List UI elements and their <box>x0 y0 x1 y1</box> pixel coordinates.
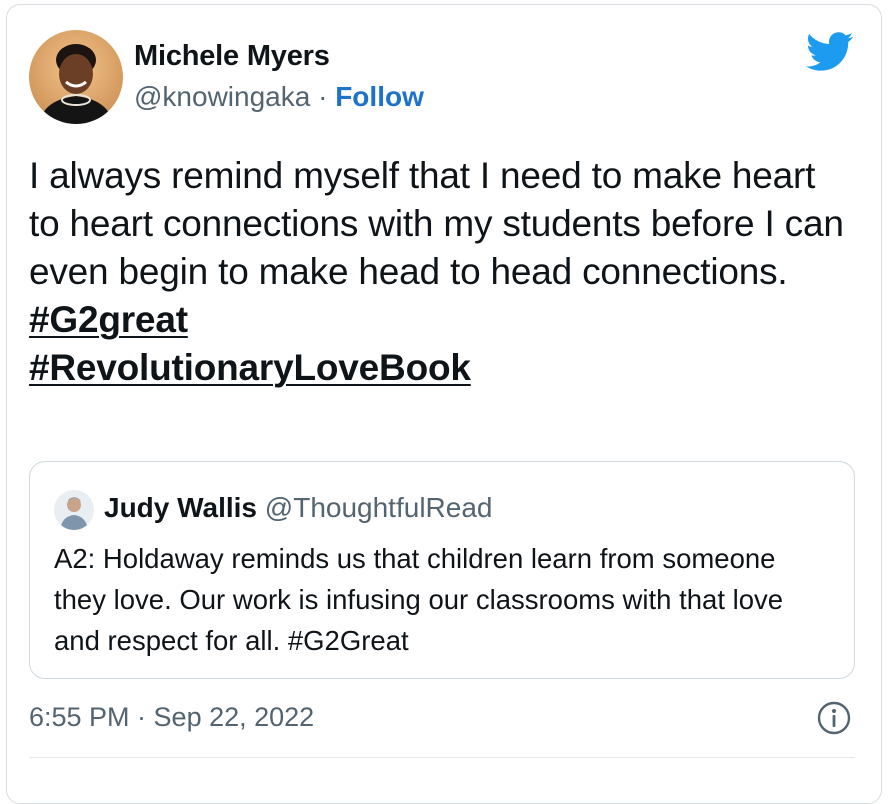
quoted-author-name[interactable]: Judy Wallis <box>104 492 257 523</box>
hashtag-link[interactable]: #G2great <box>29 296 849 344</box>
author-name[interactable]: Michele Myers <box>134 40 330 73</box>
author-handle[interactable]: @knowingaka <box>134 81 310 112</box>
author-handle-row: @knowingaka · Follow <box>134 81 424 113</box>
quoted-tweet[interactable]: Judy Wallis @ThoughtfulRead A2: Holdaway… <box>29 461 855 679</box>
quoted-author-avatar[interactable] <box>54 490 94 530</box>
footer-divider <box>29 757 855 758</box>
quoted-header: Judy Wallis @ThoughtfulRead <box>104 492 492 524</box>
twitter-bird-icon[interactable] <box>806 32 854 72</box>
author-avatar[interactable] <box>29 30 123 124</box>
follow-button[interactable]: Follow <box>335 81 424 112</box>
tweet-body: I always remind myself that I need to ma… <box>29 152 849 392</box>
hashtag-link[interactable]: #RevolutionaryLoveBook <box>29 344 849 392</box>
tweet-text: I always remind myself that I need to ma… <box>29 155 844 292</box>
separator-dot: · <box>318 81 328 112</box>
tweet-timestamp[interactable]: 6:55 PM · Sep 22, 2022 <box>29 702 314 733</box>
info-icon[interactable] <box>816 700 852 736</box>
tweet-card <box>6 4 882 804</box>
quoted-tweet-text: A2: Holdaway reminds us that children le… <box>54 543 784 656</box>
quoted-author-handle[interactable]: @ThoughtfulRead <box>265 492 493 523</box>
